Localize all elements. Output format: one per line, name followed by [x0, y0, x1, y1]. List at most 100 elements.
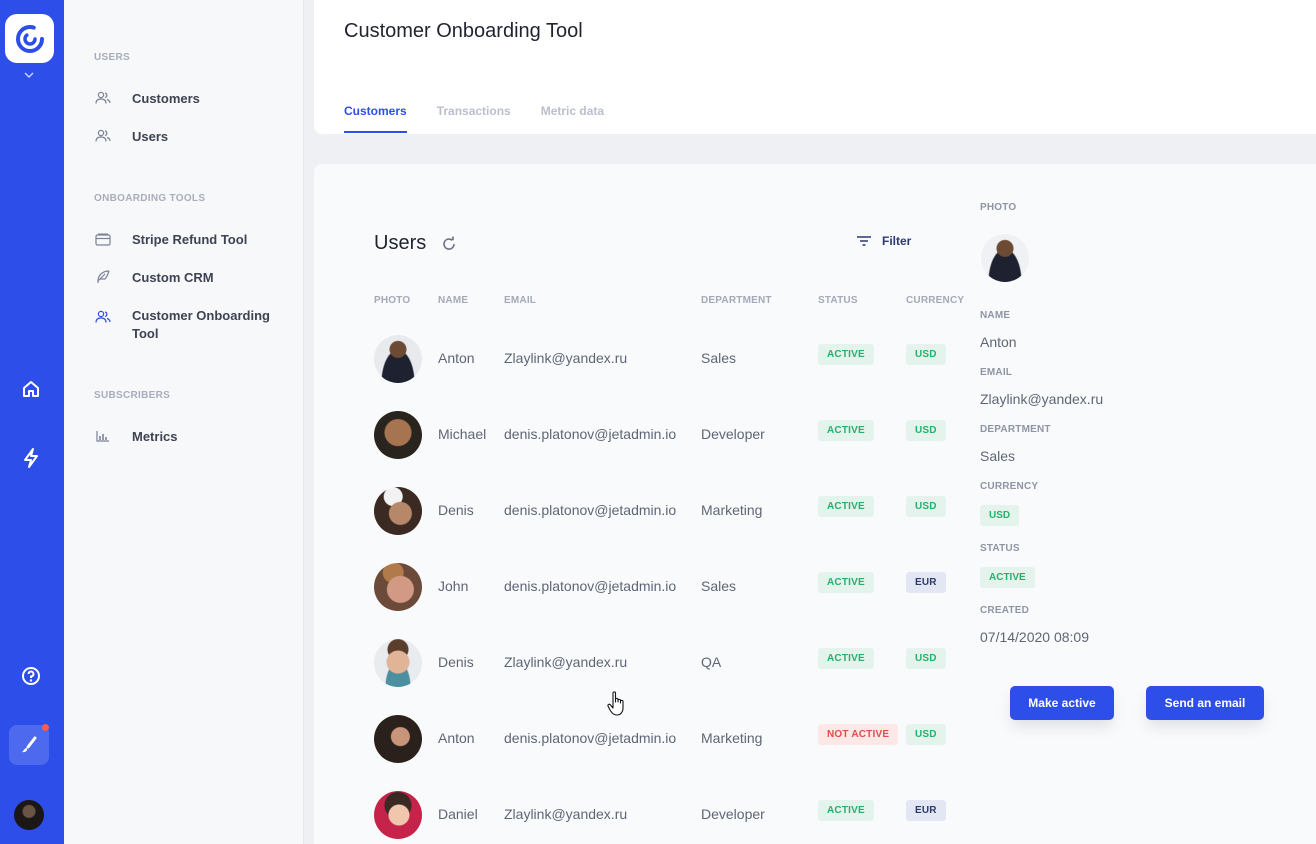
sidebar-item-custom-crm[interactable]: Custom CRM — [94, 269, 284, 287]
user-department: Sales — [701, 578, 737, 594]
status-badge: NOT ACTIVE — [818, 724, 899, 745]
detail-currency-label: CURRENCY — [980, 481, 1039, 492]
user-name: Denis — [438, 502, 474, 518]
home-icon[interactable] — [19, 377, 43, 401]
user-name: Anton — [438, 730, 475, 746]
sidebar-section-title: USERS — [94, 52, 130, 63]
detail-created: 07/14/2020 08:09 — [980, 629, 1089, 645]
column-header-status: STATUS — [818, 295, 858, 306]
chevron-down-icon[interactable] — [22, 70, 36, 80]
currency-badge: USD — [906, 420, 946, 441]
table-row[interactable]: Michael denis.platonov@jetadmin.io Devel… — [370, 397, 970, 473]
table-row[interactable]: Anton denis.platonov@jetadmin.io Marketi… — [370, 701, 970, 777]
sidebar-section-title: ONBOARDING TOOLS — [94, 193, 206, 204]
tab-customers[interactable]: Customers — [344, 104, 407, 133]
card-icon — [94, 231, 112, 247]
user-department: Sales — [701, 350, 737, 366]
sidebar-item-customer-onboarding-tool[interactable]: Customer Onboarding Tool — [94, 307, 284, 343]
column-header-name: NAME — [438, 295, 469, 306]
detail-status-badge: ACTIVE — [980, 567, 1035, 588]
bolt-icon[interactable] — [19, 446, 43, 470]
sidebar-item-customers[interactable]: Customers — [94, 90, 284, 108]
filter-button[interactable]: Filter — [856, 234, 911, 248]
user-email: denis.platonov@jetadmin.io — [504, 426, 677, 442]
avatar — [374, 563, 422, 611]
sidebar: USERS Customers Users ONBOARDING TOOLS S… — [64, 0, 304, 844]
logo-icon[interactable] — [5, 14, 54, 63]
detail-department-label: DEPARTMENT — [980, 424, 1051, 435]
sidebar-item-label: Customers — [132, 91, 200, 106]
user-department: Marketing — [701, 730, 763, 746]
user-email: Zlaylink@yandex.ru — [504, 806, 628, 822]
user-email: denis.platonov@jetadmin.io — [504, 730, 677, 746]
sidebar-item-label: Customer Onboarding Tool — [132, 308, 270, 341]
user-department: Developer — [701, 806, 765, 822]
sidebar-item-label: Stripe Refund Tool — [132, 232, 248, 247]
feather-icon — [94, 269, 112, 285]
detail-photo-label: PHOTO — [980, 202, 1017, 213]
user-name: Denis — [438, 654, 474, 670]
bar-chart-icon — [94, 428, 112, 444]
currency-badge: USD — [906, 648, 946, 669]
status-badge: ACTIVE — [818, 648, 874, 669]
currency-badge: USD — [906, 496, 946, 517]
sidebar-item-stripe-refund-tool[interactable]: Stripe Refund Tool — [94, 231, 284, 249]
avatar — [374, 639, 422, 687]
user-department: Developer — [701, 426, 765, 442]
user-name: Daniel — [438, 806, 478, 822]
status-badge: ACTIVE — [818, 420, 874, 441]
detail-name-label: NAME — [980, 310, 1011, 321]
table-row[interactable]: Denis Zlaylink@yandex.ru QA ACTIVE USD — [370, 625, 970, 701]
send-email-button[interactable]: Send an email — [1146, 686, 1264, 720]
tab-transactions[interactable]: Transactions — [437, 104, 511, 133]
users-title: Users — [374, 232, 427, 254]
column-header-department: DEPARTMENT — [701, 295, 772, 306]
tab-metric-data[interactable]: Metric data — [541, 104, 604, 133]
table-row[interactable]: Anton Zlaylink@yandex.ru Sales ACTIVE US… — [370, 321, 970, 397]
status-badge: ACTIVE — [818, 572, 874, 593]
detail-created-label: CREATED — [980, 605, 1029, 616]
avatar — [374, 335, 422, 383]
filter-label: Filter — [882, 234, 912, 248]
currency-badge: EUR — [906, 572, 946, 593]
status-badge: ACTIVE — [818, 344, 874, 365]
table-row[interactable]: Denis denis.platonov@jetadmin.io Marketi… — [370, 473, 970, 549]
refresh-icon[interactable] — [440, 235, 458, 253]
table-row[interactable]: John denis.platonov@jetadmin.io Sales AC… — [370, 549, 970, 625]
sidebar-item-label: Metrics — [132, 429, 178, 444]
sidebar-item-label: Custom CRM — [132, 270, 214, 285]
page-header: Customer Onboarding Tool Customers Trans… — [314, 0, 1316, 134]
table-row[interactable]: Daniel Zlaylink@yandex.ru Developer ACTI… — [370, 777, 970, 844]
notification-dot — [42, 724, 49, 731]
currency-badge: EUR — [906, 800, 946, 821]
make-active-button[interactable]: Make active — [1010, 686, 1114, 720]
avatar — [374, 791, 422, 839]
brush-icon[interactable] — [9, 724, 49, 765]
status-badge: ACTIVE — [818, 800, 874, 821]
sidebar-item-metrics[interactable]: Metrics — [94, 428, 284, 446]
user-email: Zlaylink@yandex.ru — [504, 350, 628, 366]
user-name: Anton — [438, 350, 475, 366]
column-header-photo: PHOTO — [374, 295, 411, 306]
column-header-currency: CURRENCY — [906, 295, 965, 306]
users-icon — [94, 128, 112, 144]
sidebar-item-users[interactable]: Users — [94, 128, 284, 146]
page-title: Customer Onboarding Tool — [344, 20, 583, 42]
detail-avatar — [981, 234, 1029, 282]
detail-department: Sales — [980, 448, 1016, 464]
sidebar-item-label: Users — [132, 129, 169, 144]
user-email: denis.platonov@jetadmin.io — [504, 578, 677, 594]
status-badge: ACTIVE — [818, 496, 874, 517]
user-email: Zlaylink@yandex.ru — [504, 654, 628, 670]
column-header-email: EMAIL — [504, 295, 537, 306]
users-icon — [94, 309, 112, 325]
detail-email-label: EMAIL — [980, 367, 1013, 378]
help-icon[interactable] — [19, 664, 43, 688]
user-department: QA — [701, 654, 722, 670]
user-department: Marketing — [701, 502, 763, 518]
detail-currency-badge: USD — [980, 505, 1020, 526]
app-rail — [0, 0, 64, 844]
avatar — [374, 715, 422, 763]
users-icon — [94, 90, 112, 106]
avatar[interactable] — [14, 800, 44, 830]
